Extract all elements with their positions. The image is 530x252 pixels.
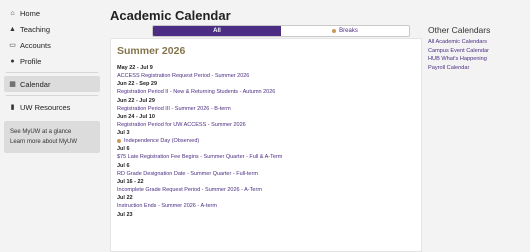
event-link[interactable]: Registration Period III - Summer 2026 - … — [117, 105, 417, 113]
page-title: Academic Calendar — [110, 8, 231, 23]
filter-toggle: All Breaks — [152, 25, 410, 37]
sidebar-item-label: Profile — [20, 56, 42, 66]
event-item: Jul 3 Independence Day (Observed) — [117, 130, 417, 146]
user-icon: ● — [10, 57, 15, 65]
sidebar-item-label: Accounts — [20, 40, 51, 50]
event-item: Jul 16 - 22 Incomplete Grade Request Peri… — [117, 179, 417, 195]
event-item: Jul 6 RD Grade Designation Date - Summer … — [117, 163, 417, 179]
event-item: Jul 6 $75 Late Registration Fee Begins - … — [117, 146, 417, 162]
event-title: RD Grade Designation Date - Summer Quart… — [117, 170, 258, 177]
calendar-link[interactable]: Campus Event Calendar — [428, 47, 530, 56]
bookmark-icon: ▮ — [10, 104, 15, 111]
calendar-icon: ▦ — [9, 81, 16, 88]
calendar-card: Summer 2026 May 22 - Jul 9 ACCESS Registr… — [110, 38, 422, 252]
divider — [6, 95, 98, 96]
sidebar-item-home[interactable]: ⌂ Home — [0, 5, 104, 21]
calendar-link[interactable]: HUB What's Happening — [428, 55, 530, 64]
event-date: Jul 16 - 22 — [117, 179, 144, 186]
home-icon: ⌂ — [10, 9, 15, 17]
event-item: Jun 22 - Sep 29 Registration Period II - … — [117, 81, 417, 97]
main-content: Academic Calendar All Breaks Summer 2026… — [110, 0, 422, 252]
event-item: Jul 23 — [117, 212, 417, 228]
sidebar-item-label: UW Resources — [20, 102, 71, 112]
other-calendars-heading: Other Calendars — [428, 25, 491, 35]
event-date: Jul 23 — [117, 211, 133, 218]
event-item: May 22 - Jul 9 ACCESS Registration Reques… — [117, 65, 417, 81]
event-date: Jul 6 — [117, 146, 130, 153]
event-link[interactable]: Independence Day (Observed) — [117, 137, 417, 145]
event-title: Instruction Ends - Summer 2026 - A-term — [117, 203, 217, 210]
sidebar-item-profile[interactable]: ● Profile — [0, 53, 104, 69]
divider — [6, 72, 98, 73]
break-dot-icon — [117, 139, 121, 144]
event-item: Jul 22 Instruction Ends - Summer 2026 - A… — [117, 195, 417, 211]
credit-card-icon: ▭ — [9, 42, 16, 49]
event-link[interactable]: RD Grade Designation Date - Summer Quart… — [117, 170, 417, 178]
event-title: $75 Late Registration Fee Begins - Summe… — [117, 154, 283, 161]
event-link[interactable]: Registration Period for UW ACCESS - Summ… — [117, 121, 417, 129]
sidebar-item-label: Home — [20, 8, 41, 18]
event-title: Independence Day (Observed) — [124, 138, 200, 145]
calendar-link[interactable]: Payroll Calendar — [428, 64, 530, 73]
filter-breaks-label: Breaks — [339, 28, 358, 34]
event-date: Jun 22 - Jul 29 — [117, 97, 155, 104]
event-link[interactable]: $75 Late Registration Fee Begins - Summe… — [117, 153, 417, 161]
calendar-link[interactable]: All Academic Calendars — [428, 38, 530, 47]
graduation-cap-icon: ▲ — [9, 25, 16, 33]
calendar-links: All Academic Calendars Campus Event Calen… — [428, 38, 530, 72]
event-link[interactable]: Incomplete Grade Request Period - Summer… — [117, 186, 417, 194]
event-title: Registration Period II - New & Returning… — [117, 89, 276, 96]
event-link[interactable]: Instruction Ends - Summer 2026 - A-term — [117, 202, 417, 210]
filter-breaks-button[interactable]: Breaks — [281, 26, 409, 36]
event-date: May 22 - Jul 9 — [117, 65, 153, 71]
sidebar-item-uw-resources[interactable]: ▮ UW Resources — [0, 99, 104, 115]
event-item: Jun 24 - Jul 10 Registration Period for U… — [117, 114, 417, 130]
event-link[interactable]: ACCESS Registration Request Period - Sum… — [117, 72, 417, 80]
season-heading: Summer 2026 — [117, 45, 186, 57]
sidebar-item-label: Teaching — [20, 24, 51, 34]
event-list: May 22 - Jul 9 ACCESS Registration Reques… — [117, 65, 417, 228]
glance-link[interactable]: See MyUW at a glance — [10, 127, 94, 137]
sidebar-item-label: Calendar — [20, 79, 51, 89]
event-date: Jul 22 — [117, 195, 133, 202]
break-dot-icon — [332, 29, 337, 33]
sidebar-item-teaching[interactable]: ▲ Teaching — [0, 21, 104, 37]
event-title: Incomplete Grade Request Period - Summer… — [117, 187, 262, 194]
event-title: Registration Period for UW ACCESS - Summ… — [117, 121, 246, 128]
event-date: Jul 6 — [117, 162, 130, 169]
event-item: Jun 22 - Jul 29 Registration Period III -… — [117, 98, 417, 114]
glance-box: See MyUW at a glance Learn more about My… — [4, 121, 100, 153]
filter-all-button[interactable]: All — [153, 26, 281, 36]
event-title: ACCESS Registration Request Period - Sum… — [117, 73, 250, 79]
sidebar-item-accounts[interactable]: ▭ Accounts — [0, 37, 104, 53]
learn-more-link[interactable]: Learn more about MyUW — [10, 137, 94, 147]
sidebar: ⌂ Home ▲ Teaching ▭ Accounts ● Profile ▦… — [0, 0, 104, 250]
event-date: Jun 22 - Sep 29 — [117, 81, 158, 88]
sidebar-item-calendar[interactable]: ▦ Calendar — [4, 76, 100, 92]
event-date: Jun 24 - Jul 10 — [117, 113, 155, 120]
event-link[interactable]: Registration Period II - New & Returning… — [117, 88, 417, 96]
event-date: Jul 3 — [117, 130, 130, 137]
event-title: Registration Period III - Summer 2026 - … — [117, 105, 231, 112]
